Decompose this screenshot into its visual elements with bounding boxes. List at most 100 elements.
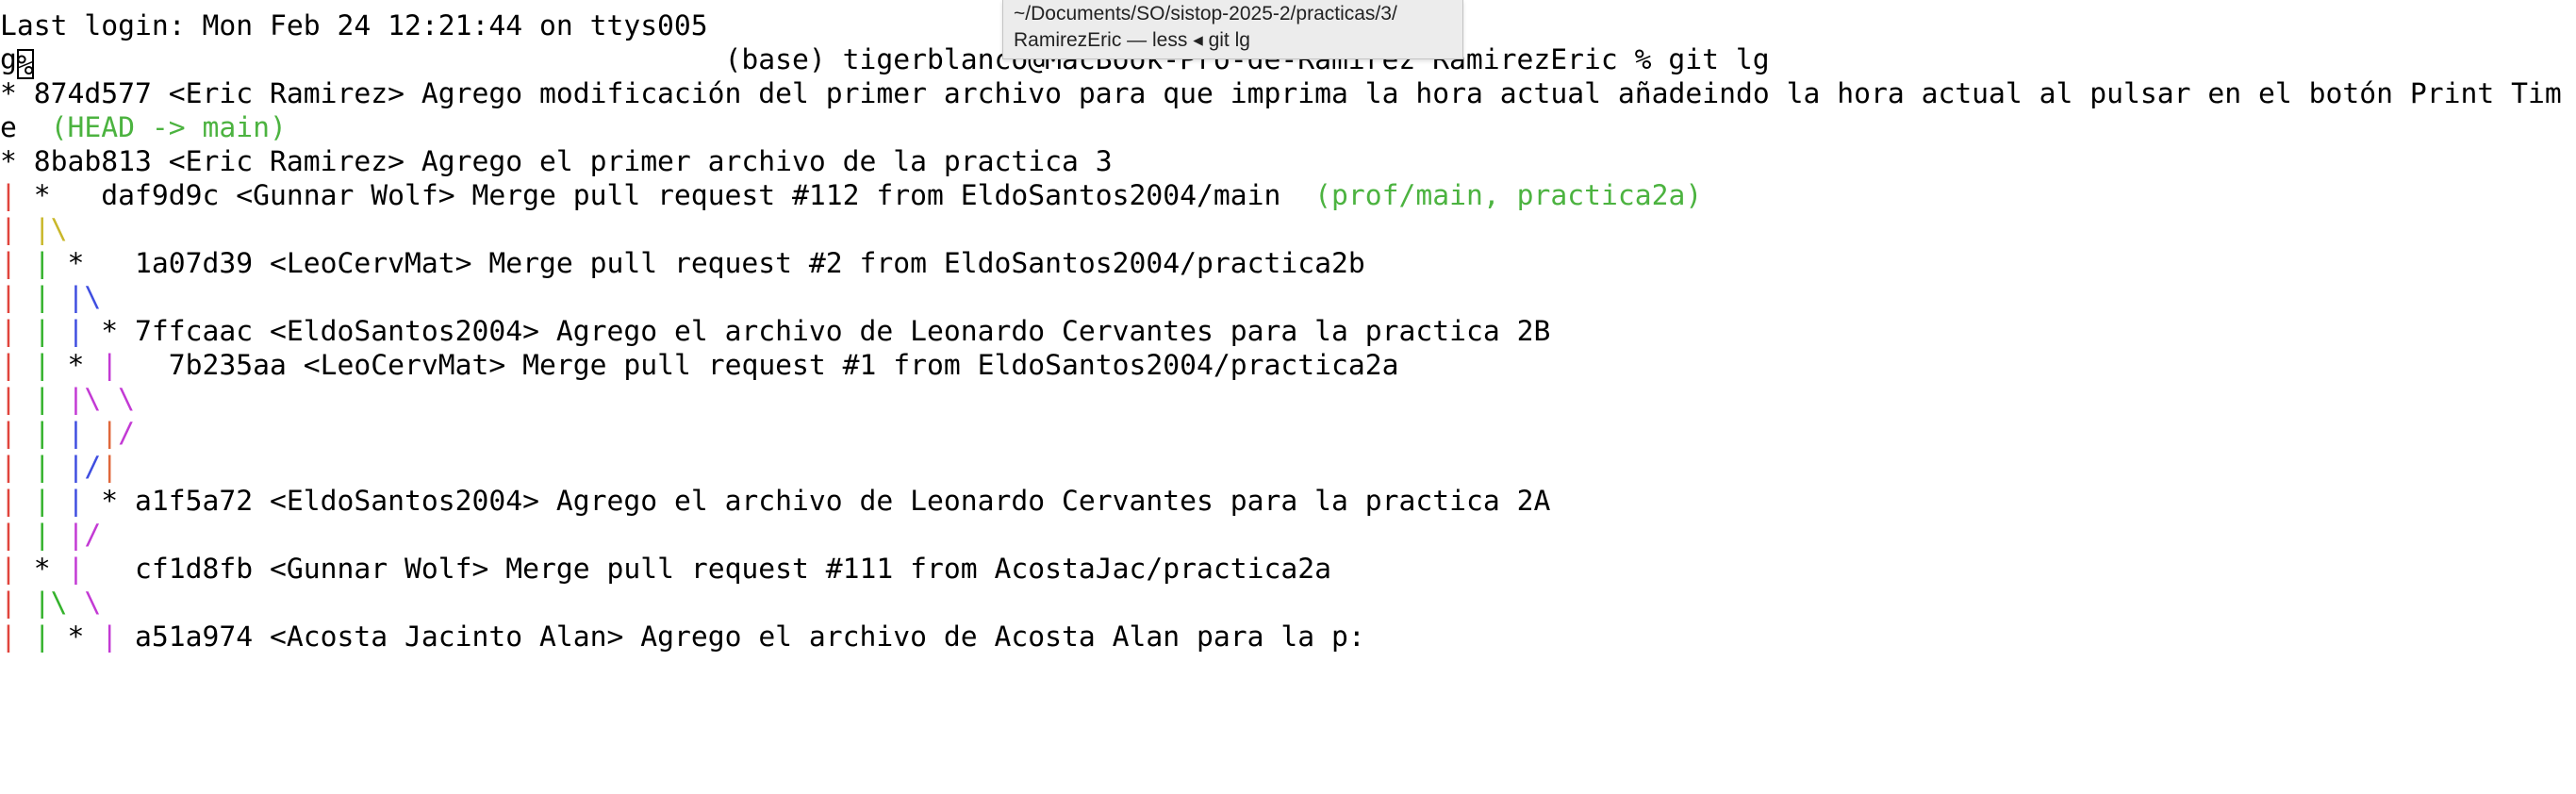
graph-edge: | [33, 281, 51, 314]
graph-edge: | [33, 451, 51, 484]
ref-label: (HEAD -> main) [50, 111, 287, 144]
line-text [51, 315, 68, 348]
line-text [17, 485, 34, 518]
terminal-line: | | | |/ [0, 417, 135, 451]
line-text: * 7ffcaac <EldoSantos2004> Agrego el arc… [84, 315, 1551, 348]
line-text: (base) tigerblanco@MacBook-Pro-de-Ramire… [33, 43, 1770, 76]
graph-edge: | [33, 620, 51, 653]
graph-edge: | [67, 315, 85, 348]
tooltip-title: RamirezEric — less ◂ git lg [1014, 29, 1250, 51]
line-text [51, 417, 68, 450]
terminal-line: | |\ [0, 213, 68, 247]
line-text: * a1f5a72 <EldoSantos2004> Agrego el arc… [84, 485, 1551, 518]
line-text: g [0, 43, 17, 76]
graph-edge: | [0, 620, 17, 653]
terminal-line: | | |/ [0, 519, 101, 553]
graph-edge: | [0, 383, 17, 416]
graph-edge: | [0, 213, 17, 246]
line-text: * [50, 349, 102, 382]
terminal-line: | | | * 7ffcaac <EldoSantos2004> Agrego … [0, 315, 1550, 349]
graph-edge: | [0, 179, 17, 212]
graph-edge: | [33, 315, 51, 348]
graph-edge: |\ [33, 587, 68, 620]
line-text [51, 519, 68, 552]
line-text [17, 247, 34, 280]
graph-edge: | [67, 417, 85, 450]
terminal-line: | * | cf1d8fb <Gunnar Wolf> Merge pull r… [0, 553, 1331, 587]
terminal-line: | * daf9d9c <Gunnar Wolf> Merge pull req… [0, 179, 1702, 213]
terminal-line: | | | * a1f5a72 <EldoSantos2004> Agrego … [0, 485, 1550, 519]
tooltip-path: ~/Documents/SO/sistop-2025-2/practicas/3… [1014, 3, 1397, 25]
terminal-line: | | * | 7b235aa <LeoCervMat> Merge pull … [0, 349, 1399, 383]
ref-label: (prof/main, practica2a) [1314, 179, 1703, 212]
terminal-line: e (HEAD -> main) [0, 111, 287, 145]
graph-edge: | [0, 281, 17, 314]
graph-edge: \ [67, 587, 102, 620]
graph-edge: | [33, 247, 51, 280]
line-text [17, 383, 34, 416]
graph-edge: |\ [33, 213, 68, 246]
line-text [17, 417, 34, 450]
graph-edge: | [0, 315, 17, 348]
graph-edge: | [101, 451, 119, 484]
graph-edge: | [33, 519, 51, 552]
terminal-line: | | |/| [0, 451, 118, 485]
line-text [17, 451, 34, 484]
terminal-line: | | |\ \ [0, 383, 135, 417]
line-text: e [0, 111, 51, 144]
graph-edge: / [118, 417, 135, 450]
graph-edge: |\ \ [67, 383, 136, 416]
graph-edge: | [0, 553, 17, 586]
graph-edge: | [0, 247, 17, 280]
graph-edge: | [67, 553, 85, 586]
graph-edge: |\ [67, 281, 102, 314]
line-text [84, 417, 101, 450]
graph-edge: | [101, 620, 119, 653]
line-text: * 874d577 <Eric Ramirez> Agrego modifica… [0, 77, 2562, 110]
graph-edge: | [0, 587, 17, 620]
terminal-line: * 8bab813 <Eric Ramirez> Agrego el prime… [0, 145, 1113, 179]
line-text: a51a974 <Acosta Jacinto Alan> Agrego el … [118, 620, 1365, 653]
graph-edge: | [101, 417, 119, 450]
terminal-line: | |\ \ [0, 587, 101, 620]
line-text [17, 281, 34, 314]
line-text [17, 519, 34, 552]
graph-edge: | [67, 485, 85, 518]
graph-edge: | [0, 417, 17, 450]
graph-edge: | [101, 349, 119, 382]
line-text [17, 620, 34, 653]
line-text: * [50, 620, 102, 653]
terminal-window[interactable]: Last login: Mon Feb 24 12:21:44 on ttys0… [0, 0, 2576, 794]
line-text: cf1d8fb <Gunnar Wolf> Merge pull request… [84, 553, 1332, 586]
graph-edge: | [33, 349, 51, 382]
graph-edge: | [0, 349, 17, 382]
line-text [51, 281, 68, 314]
terminal-line: Last login: Mon Feb 24 12:21:44 on ttys0… [0, 9, 708, 43]
graph-edge: | [0, 485, 17, 518]
line-text [17, 315, 34, 348]
line-text [17, 349, 34, 382]
line-text: 7b235aa <LeoCervMat> Merge pull request … [118, 349, 1399, 382]
line-text: * 8bab813 <Eric Ramirez> Agrego el prime… [0, 145, 1113, 178]
graph-edge: | [33, 417, 51, 450]
terminal-line: g% (base) tigerblanco@MacBook-Pro-de-Ram… [0, 43, 1770, 82]
graph-edge: | [0, 451, 17, 484]
terminal-line: | | * | a51a974 <Acosta Jacinto Alan> Ag… [0, 620, 1365, 654]
line-text: * daf9d9c <Gunnar Wolf> Merge pull reque… [16, 179, 1315, 212]
graph-edge: |/ [67, 519, 102, 552]
terminal-line: | | |\ [0, 281, 101, 315]
window-title-tooltip: ~/Documents/SO/sistop-2025-2/practicas/3… [1002, 0, 1463, 59]
line-text [51, 383, 68, 416]
line-text [51, 451, 68, 484]
terminal-line: | | * 1a07d39 <LeoCervMat> Merge pull re… [0, 247, 1365, 281]
graph-edge: | [33, 485, 51, 518]
line-text [17, 587, 34, 620]
terminal-line: * 874d577 <Eric Ramirez> Agrego modifica… [0, 77, 2562, 111]
line-text [51, 485, 68, 518]
line-text: * 1a07d39 <LeoCervMat> Merge pull reques… [50, 247, 1365, 280]
line-text: * [16, 553, 68, 586]
terminal-cursor: % [16, 49, 34, 82]
graph-edge: |/ [67, 451, 102, 484]
line-text [17, 213, 34, 246]
graph-edge: | [0, 519, 17, 552]
